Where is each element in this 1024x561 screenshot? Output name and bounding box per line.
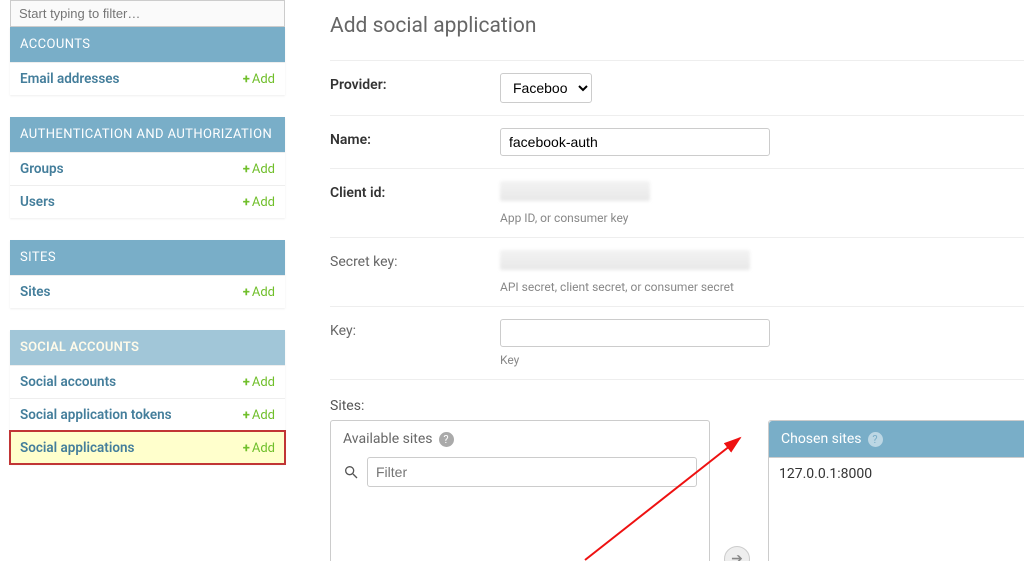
help-client-id: App ID, or consumer key bbox=[500, 211, 1024, 225]
help-secret: API secret, client secret, or consumer s… bbox=[500, 280, 1024, 294]
label-provider: Provider: bbox=[330, 73, 500, 93]
secret-redacted bbox=[500, 250, 750, 270]
plus-icon: + bbox=[243, 72, 250, 87]
model-link-social-accounts[interactable]: Social accounts bbox=[20, 374, 116, 390]
chosen-sites-list[interactable]: 127.0.0.1:8000 bbox=[768, 458, 1024, 561]
help-icon[interactable]: ? bbox=[439, 432, 454, 447]
help-icon[interactable]: ? bbox=[868, 432, 883, 447]
label-secret-key: Secret key: bbox=[330, 250, 500, 270]
model-link-sites[interactable]: Sites bbox=[20, 284, 51, 300]
label-client-id: Client id: bbox=[330, 181, 500, 201]
key-input[interactable] bbox=[500, 319, 770, 347]
model-row-email-addresses: Email addresses +Add bbox=[10, 62, 285, 95]
add-link-users[interactable]: +Add bbox=[243, 195, 275, 210]
section-header-sites: SITES bbox=[10, 240, 285, 275]
add-link-email-addresses[interactable]: +Add bbox=[243, 72, 275, 87]
model-row-users: Users +Add bbox=[10, 185, 285, 218]
label-sites: Sites: bbox=[330, 398, 1024, 414]
provider-select[interactable]: Facebook bbox=[500, 73, 592, 103]
move-right-button[interactable]: ➔ bbox=[724, 546, 750, 561]
available-sites-selector: Available sites ? bbox=[330, 420, 710, 561]
model-row-social-applications: Social applications +Add bbox=[10, 431, 285, 464]
model-link-email-addresses[interactable]: Email addresses bbox=[20, 71, 120, 87]
model-row-sites: Sites +Add bbox=[10, 275, 285, 308]
plus-icon: + bbox=[243, 375, 250, 390]
plus-icon: + bbox=[243, 285, 250, 300]
label-key: Key: bbox=[330, 319, 500, 339]
add-link-social-applications[interactable]: +Add bbox=[243, 441, 275, 456]
chosen-sites-header: Chosen sites bbox=[781, 431, 862, 447]
model-row-groups: Groups +Add bbox=[10, 152, 285, 185]
plus-icon: + bbox=[243, 441, 250, 456]
section-header-accounts: ACCOUNTS bbox=[10, 27, 285, 62]
model-link-groups[interactable]: Groups bbox=[20, 161, 64, 177]
available-sites-list[interactable] bbox=[331, 497, 709, 561]
sidebar-filter-input[interactable] bbox=[10, 0, 285, 27]
name-input[interactable] bbox=[500, 128, 770, 156]
model-link-users[interactable]: Users bbox=[20, 194, 55, 210]
plus-icon: + bbox=[243, 195, 250, 210]
chosen-site-item[interactable]: 127.0.0.1:8000 bbox=[779, 466, 1024, 482]
add-link-sites[interactable]: +Add bbox=[243, 285, 275, 300]
model-row-social-accounts: Social accounts +Add bbox=[10, 365, 285, 398]
help-key: Key bbox=[500, 353, 1024, 367]
section-header-social-accounts: SOCIAL ACCOUNTS bbox=[10, 330, 285, 365]
add-link-social-accounts[interactable]: +Add bbox=[243, 375, 275, 390]
label-name: Name: bbox=[330, 128, 500, 148]
section-header-auth: AUTHENTICATION AND AUTHORIZATION bbox=[10, 117, 285, 152]
available-sites-header: Available sites bbox=[343, 431, 433, 447]
available-sites-filter-input[interactable] bbox=[367, 457, 697, 487]
client-id-redacted bbox=[500, 181, 650, 201]
form: Provider: Facebook Name: Client id: App … bbox=[330, 60, 1024, 380]
plus-icon: + bbox=[243, 408, 250, 423]
main-content: Add social application Provider: Faceboo… bbox=[285, 0, 1024, 561]
model-link-social-applications[interactable]: Social applications bbox=[20, 440, 134, 456]
sidebar: ACCOUNTS Email addresses +Add AUTHENTICA… bbox=[0, 0, 285, 561]
add-link-groups[interactable]: +Add bbox=[243, 162, 275, 177]
search-icon bbox=[343, 464, 359, 480]
page-title: Add social application bbox=[330, 0, 1024, 60]
plus-icon: + bbox=[243, 162, 250, 177]
model-row-social-application-tokens: Social application tokens +Add bbox=[10, 398, 285, 431]
model-link-social-application-tokens[interactable]: Social application tokens bbox=[20, 407, 172, 423]
add-link-social-application-tokens[interactable]: +Add bbox=[243, 408, 275, 423]
